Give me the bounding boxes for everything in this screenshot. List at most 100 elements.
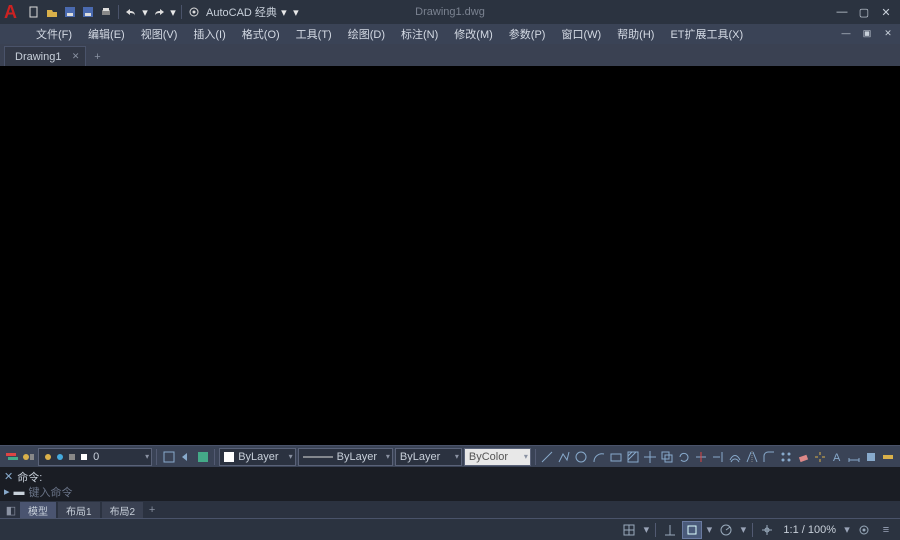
undo-icon[interactable] bbox=[123, 4, 139, 20]
tool-copy-icon[interactable] bbox=[659, 449, 674, 465]
ortho-dropdown-icon[interactable]: ▾ bbox=[704, 521, 714, 539]
layout-quick-icon[interactable]: ◧ bbox=[4, 503, 18, 517]
tool-hatch-icon[interactable] bbox=[625, 449, 640, 465]
menu-dimension[interactable]: 标注(N) bbox=[393, 24, 446, 44]
customize-icon[interactable]: ≡ bbox=[876, 521, 896, 539]
color-combo[interactable]: ByLayer bbox=[219, 448, 295, 466]
workspace-label: AutoCAD 经典 bbox=[206, 4, 277, 20]
doc-close-button[interactable]: ✕ bbox=[878, 25, 898, 41]
tool-move-icon[interactable] bbox=[642, 449, 657, 465]
qat-separator bbox=[118, 5, 119, 19]
snap-toggle-icon[interactable] bbox=[660, 521, 680, 539]
grid-toggle-icon[interactable] bbox=[619, 521, 639, 539]
menu-parametric[interactable]: 参数(P) bbox=[501, 24, 554, 44]
app-logo: A bbox=[4, 3, 22, 21]
tool-line-icon[interactable] bbox=[540, 449, 555, 465]
polar-toggle-icon[interactable] bbox=[716, 521, 736, 539]
osnap-toggle-icon[interactable] bbox=[757, 521, 777, 539]
tool-pline-icon[interactable] bbox=[557, 449, 572, 465]
new-tab-button[interactable]: + bbox=[88, 48, 106, 66]
tool-extend-icon[interactable] bbox=[710, 449, 725, 465]
plotstyle-combo-value: ByColor bbox=[469, 451, 508, 463]
close-icon[interactable]: ✕ bbox=[72, 51, 80, 62]
menu-window[interactable]: 窗口(W) bbox=[553, 24, 609, 44]
zoom-dropdown-icon[interactable]: ▾ bbox=[842, 521, 852, 539]
qat-customize-icon[interactable]: ▾ bbox=[291, 4, 301, 20]
doc-window-controls: — ▣ ✕ bbox=[836, 25, 898, 41]
tool-array-icon[interactable] bbox=[779, 449, 794, 465]
print-icon[interactable] bbox=[98, 4, 114, 20]
cmd-history-icon[interactable]: ✕ bbox=[4, 470, 13, 483]
layer-prev-icon[interactable] bbox=[178, 449, 193, 465]
layer-iso-icon[interactable] bbox=[195, 449, 210, 465]
status-separator bbox=[752, 523, 753, 537]
tool-arc-icon[interactable] bbox=[591, 449, 606, 465]
menu-help[interactable]: 帮助(H) bbox=[609, 24, 662, 44]
tool-circle-icon[interactable] bbox=[574, 449, 589, 465]
file-tab[interactable]: Drawing1 ✕ bbox=[4, 46, 86, 66]
layer-props-icon[interactable] bbox=[4, 449, 19, 465]
lineweight-combo[interactable]: ByLayer bbox=[395, 448, 462, 466]
tool-offset-icon[interactable] bbox=[727, 449, 742, 465]
cmd-close-icon[interactable]: ▸ bbox=[4, 485, 10, 498]
tool-erase-icon[interactable] bbox=[796, 449, 811, 465]
menu-draw[interactable]: 绘图(D) bbox=[340, 24, 393, 44]
layer-combo-value: 0 bbox=[93, 451, 99, 463]
layout-tab-model[interactable]: 模型 bbox=[20, 502, 56, 519]
cmd-input-icon: ▬ bbox=[14, 486, 25, 498]
plotstyle-combo[interactable]: ByColor bbox=[464, 448, 531, 466]
workspace-dropdown-icon[interactable]: ▾ bbox=[279, 4, 289, 20]
tool-mirror-icon[interactable] bbox=[744, 449, 759, 465]
redo-icon[interactable] bbox=[151, 4, 167, 20]
menu-express[interactable]: ET扩展工具(X) bbox=[662, 24, 751, 44]
menu-modify[interactable]: 修改(M) bbox=[446, 24, 501, 44]
svg-text:A: A bbox=[833, 452, 841, 464]
layout-add-button[interactable]: + bbox=[145, 503, 159, 517]
save-icon[interactable] bbox=[62, 4, 78, 20]
layout-tab-2[interactable]: 布局2 bbox=[102, 502, 144, 519]
grid-dropdown-icon[interactable]: ▾ bbox=[641, 521, 651, 539]
menu-insert[interactable]: 插入(I) bbox=[185, 24, 233, 44]
close-button[interactable]: ✕ bbox=[876, 4, 896, 20]
menu-view[interactable]: 视图(V) bbox=[133, 24, 186, 44]
layer-match-icon[interactable] bbox=[161, 449, 176, 465]
drawing-canvas[interactable] bbox=[0, 66, 900, 445]
workspace-gear-icon[interactable] bbox=[186, 4, 202, 20]
tool-trim-icon[interactable] bbox=[693, 449, 708, 465]
doc-minimize-button[interactable]: — bbox=[836, 25, 856, 41]
tool-rect-icon[interactable] bbox=[608, 449, 623, 465]
menu-file[interactable]: 文件(F) bbox=[28, 24, 80, 44]
minimize-button[interactable]: — bbox=[832, 4, 852, 20]
layer-states-icon[interactable] bbox=[21, 449, 36, 465]
open-icon[interactable] bbox=[44, 4, 60, 20]
toolbar-separator bbox=[214, 449, 215, 465]
menu-edit[interactable]: 编辑(E) bbox=[80, 24, 133, 44]
title-bar: A ▾ ▾ AutoCAD 经典 ▾ ▾ Drawing1.dwg — ▢ ✕ bbox=[0, 0, 900, 24]
tool-rotate-icon[interactable] bbox=[676, 449, 691, 465]
menu-tools[interactable]: 工具(T) bbox=[288, 24, 340, 44]
tool-dim-icon[interactable] bbox=[847, 449, 862, 465]
tool-block-icon[interactable] bbox=[864, 449, 879, 465]
tool-text-icon[interactable]: A bbox=[830, 449, 845, 465]
zoom-level[interactable]: 1:1 / 100% bbox=[779, 524, 840, 536]
maximize-button[interactable]: ▢ bbox=[854, 4, 874, 20]
layout-tab-1[interactable]: 布局1 bbox=[58, 502, 100, 519]
menu-format[interactable]: 格式(O) bbox=[234, 24, 288, 44]
saveas-icon[interactable] bbox=[80, 4, 96, 20]
ortho-toggle-icon[interactable] bbox=[682, 521, 702, 539]
redo-dropdown-icon[interactable]: ▾ bbox=[169, 4, 177, 20]
file-tab-bar: Drawing1 ✕ + bbox=[0, 44, 900, 66]
undo-dropdown-icon[interactable]: ▾ bbox=[141, 4, 149, 20]
tool-fillet-icon[interactable] bbox=[761, 449, 776, 465]
new-icon[interactable] bbox=[26, 4, 42, 20]
gear-icon[interactable] bbox=[854, 521, 874, 539]
layer-combo[interactable]: 0 bbox=[38, 448, 152, 466]
tool-measure-icon[interactable] bbox=[881, 449, 896, 465]
command-input[interactable]: 键入命令 bbox=[29, 484, 73, 500]
linetype-combo[interactable]: ByLayer bbox=[298, 448, 393, 466]
tool-explode-icon[interactable] bbox=[813, 449, 828, 465]
doc-restore-button[interactable]: ▣ bbox=[857, 25, 877, 41]
window-title: Drawing1.dwg bbox=[415, 6, 485, 18]
polar-dropdown-icon[interactable]: ▾ bbox=[738, 521, 748, 539]
color-combo-value: ByLayer bbox=[238, 451, 278, 463]
